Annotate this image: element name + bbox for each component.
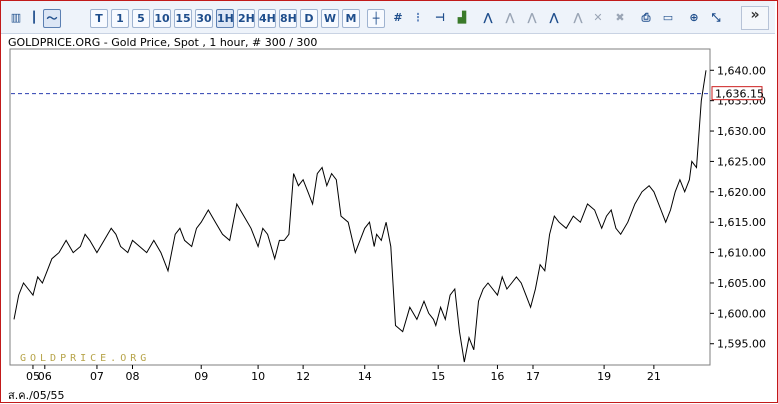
- x-tick-label: 06: [38, 370, 52, 383]
- watermark: GOLDPRICE.ORG: [20, 353, 150, 364]
- x-tick-label: 09: [194, 370, 208, 383]
- y-tick-label: 1,595.00: [717, 338, 766, 351]
- chart-area: 1,595.00 1,600.00 1,605.00 1,610.00 1,615.00…: [9, 48, 766, 383]
- y-tick-label: 1,605.00: [717, 277, 766, 290]
- x-tick-label: 21: [647, 370, 661, 383]
- y-tick-label: 1,640.00: [717, 64, 766, 77]
- x-tick-label: 17: [526, 370, 540, 383]
- current-price-label: 1,636.15: [715, 88, 764, 101]
- x-tick-label: 08: [125, 370, 139, 383]
- x-tick-label: 15: [431, 370, 445, 383]
- y-tick-label: 1,600.00: [717, 307, 766, 320]
- y-tick-label: 1,610.00: [717, 247, 766, 260]
- footer-date: ส.ค./05/55: [8, 389, 65, 402]
- x-tick-label: 16: [490, 370, 504, 383]
- y-tick-label: 1,630.00: [717, 125, 766, 138]
- y-tick-label: 1,620.00: [717, 186, 766, 199]
- x-tick-label: 14: [358, 370, 372, 383]
- x-axis: 0506 07 08 09 10 12 14 15 16 17 19 21: [26, 365, 661, 383]
- x-tick-label: 10: [251, 370, 265, 383]
- plot-border: [9, 48, 711, 366]
- y-axis: 1,595.00 1,600.00 1,605.00 1,610.00 1,615.00…: [710, 64, 766, 351]
- current-price-tag: 1,636.15: [711, 86, 764, 101]
- x-tick-label: 19: [597, 370, 611, 383]
- x-tick-label: 07: [90, 370, 104, 383]
- y-tick-label: 1,625.00: [717, 155, 766, 168]
- y-tick-label: 1,615.00: [717, 216, 766, 229]
- x-tick-label: 12: [296, 370, 310, 383]
